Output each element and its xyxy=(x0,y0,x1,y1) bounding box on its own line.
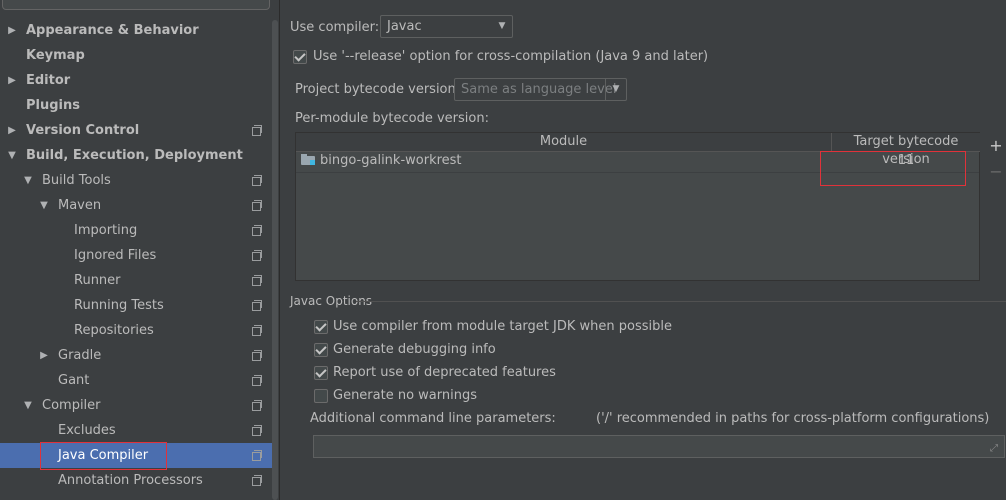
project-level-icon xyxy=(252,275,262,286)
sidebar-item-label: Editor xyxy=(26,73,71,88)
javac-option-checkbox-0[interactable] xyxy=(314,320,328,334)
sidebar-item-java-compiler[interactable]: Java Compiler xyxy=(0,443,272,468)
sidebar-item-label: Annotation Processors xyxy=(58,473,203,488)
module-name-cell: bingo-galink-workrest xyxy=(320,153,462,168)
target-version-cell[interactable]: 11 xyxy=(832,153,980,168)
sidebar-item-label: Keymap xyxy=(26,48,85,63)
sidebar-item-excludes[interactable]: Excludes xyxy=(0,418,272,443)
project-level-icon xyxy=(252,325,262,336)
column-header-target-version[interactable]: Target bytecode version xyxy=(831,133,980,167)
sidebar-item-label: Compiler xyxy=(42,398,101,413)
chevron-down-icon: ▼ xyxy=(612,84,620,94)
compiler-select[interactable]: Javac ▼ xyxy=(380,15,513,38)
sidebar-item-maven[interactable]: ▼ Maven xyxy=(0,193,272,218)
use-compiler-label: Use compiler: xyxy=(290,20,380,35)
per-module-label: Per-module bytecode version: xyxy=(295,111,489,126)
sidebar-item-compiler[interactable]: ▼ Compiler xyxy=(0,393,272,418)
remove-module-button[interactable]: − xyxy=(988,164,1004,180)
project-bytecode-label: Project bytecode version: xyxy=(295,82,461,97)
java-compiler-panel: Use compiler: Javac ▼ Use '--release' op… xyxy=(280,0,1006,500)
sidebar-item-label: Build, Execution, Deployment xyxy=(26,148,243,163)
sidebar-item-label: Runner xyxy=(74,273,121,288)
collapsed-arrow-icon[interactable]: ▶ xyxy=(38,343,50,368)
sidebar-item-build-tools[interactable]: ▼ Build Tools xyxy=(0,168,272,193)
javac-option-checkbox-3[interactable] xyxy=(314,389,328,403)
collapsed-arrow-icon[interactable]: ▶ xyxy=(6,68,18,93)
sidebar-item-label: Appearance & Behavior xyxy=(26,23,199,38)
project-level-icon xyxy=(252,350,262,361)
sidebar-item-gradle[interactable]: ▶ Gradle xyxy=(0,343,272,368)
project-level-icon xyxy=(252,225,262,236)
compiler-select-value: Javac xyxy=(387,19,422,34)
module-folder-icon xyxy=(301,154,315,165)
additional-params-input[interactable]: ⤢ xyxy=(313,435,1005,458)
project-level-icon xyxy=(252,450,262,461)
sidebar-item-build-execution-deployment[interactable]: ▼ Build, Execution, Deployment xyxy=(0,143,272,168)
additional-params-label: Additional command line parameters: xyxy=(310,411,556,426)
settings-search-input[interactable] xyxy=(2,0,270,10)
sidebar-item-label: Build Tools xyxy=(42,173,111,188)
project-level-icon xyxy=(252,475,262,486)
javac-option-checkbox-1[interactable] xyxy=(314,343,328,357)
sidebar-item-label: Ignored Files xyxy=(74,248,157,263)
sidebar-item-running-tests[interactable]: Running Tests xyxy=(0,293,272,318)
sidebar-item-runner[interactable]: Runner xyxy=(0,268,272,293)
expanded-arrow-icon[interactable]: ▼ xyxy=(38,193,50,218)
expanded-arrow-icon[interactable]: ▼ xyxy=(22,168,34,193)
project-level-icon xyxy=(252,200,262,211)
sidebar-item-label: Gant xyxy=(58,373,90,388)
sidebar-item-annotation-processors[interactable]: Annotation Processors xyxy=(0,468,272,493)
column-header-module[interactable]: Module xyxy=(296,133,831,152)
collapsed-arrow-icon[interactable]: ▶ xyxy=(6,18,18,43)
sidebar-item-label: Version Control xyxy=(26,123,140,138)
sidebar-item-label: Maven xyxy=(58,198,102,213)
chevron-down-icon: ▼ xyxy=(498,21,506,31)
project-level-icon xyxy=(252,425,262,436)
sidebar-item-importing[interactable]: Importing xyxy=(0,218,272,243)
javac-option-checkbox-2[interactable] xyxy=(314,366,328,380)
release-option-checkbox[interactable] xyxy=(293,50,307,64)
javac-option-label: Generate debugging info xyxy=(333,342,496,357)
settings-sidebar: ▶ Appearance & Behavior Keymap ▶ Editor Plugi… xyxy=(0,0,279,500)
project-bytecode-select[interactable]: Same as language level ▼ xyxy=(454,78,627,101)
sidebar-item-label: Java Compiler xyxy=(58,448,149,463)
release-option-label: Use '--release' option for cross-compila… xyxy=(313,49,709,64)
sidebar-item-label: Gradle xyxy=(58,348,102,363)
sidebar-item-label: Plugins xyxy=(26,98,80,113)
sidebar-item-label: Running Tests xyxy=(74,298,164,313)
sidebar-item-ignored-files[interactable]: Ignored Files xyxy=(0,243,272,268)
project-level-icon xyxy=(252,375,262,386)
sidebar-item-keymap[interactable]: Keymap xyxy=(0,43,272,68)
sidebar-item-gant[interactable]: Gant xyxy=(0,368,272,393)
javac-option-label: Report use of deprecated features xyxy=(333,365,556,380)
expanded-arrow-icon[interactable]: ▼ xyxy=(6,143,18,168)
expand-icon[interactable]: ⤢ xyxy=(990,444,1000,454)
sidebar-item-plugins[interactable]: Plugins xyxy=(0,93,272,118)
collapsed-arrow-icon[interactable]: ▶ xyxy=(6,118,18,143)
expanded-arrow-icon[interactable]: ▼ xyxy=(22,393,34,418)
project-level-icon xyxy=(252,300,262,311)
javac-option-label: Generate no warnings xyxy=(333,388,478,403)
sidebar-scrollbar[interactable] xyxy=(272,20,278,500)
javac-option-label: Use compiler from module target JDK when… xyxy=(333,319,672,334)
sidebar-item-version-control[interactable]: ▶ Version Control xyxy=(0,118,272,143)
additional-params-hint: ('/' recommended in paths for cross-plat… xyxy=(596,411,990,426)
project-level-icon xyxy=(252,175,262,186)
sidebar-item-label: Repositories xyxy=(74,323,154,338)
sidebar-item-label: Importing xyxy=(74,223,138,238)
sidebar-item-label: Excludes xyxy=(58,423,116,438)
project-level-icon xyxy=(252,125,262,136)
project-level-icon xyxy=(252,250,262,261)
per-module-bytecode-table[interactable]: Module Target bytecode version bingo-gal… xyxy=(295,132,980,281)
sidebar-item-editor[interactable]: ▶ Editor xyxy=(0,68,272,93)
project-bytecode-value: Same as language level xyxy=(461,82,617,97)
add-module-button[interactable]: + xyxy=(988,138,1004,154)
sidebar-item-appearance-behavior[interactable]: ▶ Appearance & Behavior xyxy=(0,18,272,43)
sidebar-item-repositories[interactable]: Repositories xyxy=(0,318,272,343)
project-level-icon xyxy=(252,400,262,411)
